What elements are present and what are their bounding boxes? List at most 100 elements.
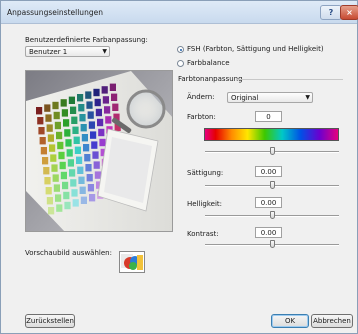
brightness-input[interactable]: 0.00 xyxy=(255,197,282,208)
contrast-input[interactable]: 0.00 xyxy=(255,227,282,238)
color-patch xyxy=(101,86,108,94)
color-patch xyxy=(86,174,93,182)
color-patch xyxy=(60,171,67,180)
color-patch xyxy=(83,144,90,152)
user-select-value: Benutzer 1 xyxy=(29,48,68,56)
color-patch xyxy=(55,194,62,202)
color-patch xyxy=(112,103,119,111)
saturation-slider-thumb[interactable] xyxy=(269,181,275,189)
contrast-slider-thumb[interactable] xyxy=(269,240,275,248)
color-patch xyxy=(97,118,104,127)
color-patch xyxy=(77,94,84,102)
color-patch xyxy=(94,171,101,179)
color-patch xyxy=(61,109,68,117)
ok-button[interactable]: OK xyxy=(271,314,309,328)
preview-select-label: Vorschaubild auswählen: xyxy=(25,249,112,257)
color-patch xyxy=(94,98,101,107)
color-patch xyxy=(64,129,71,137)
color-patch xyxy=(86,101,93,109)
color-patch xyxy=(78,104,85,112)
color-patch xyxy=(65,139,72,147)
reset-button[interactable]: Zurückstellen xyxy=(25,314,75,328)
color-patch xyxy=(79,114,86,122)
radio-hsl[interactable] xyxy=(177,46,184,53)
cancel-button[interactable]: Abbrechen xyxy=(311,314,353,328)
color-patch xyxy=(39,137,46,145)
color-patch xyxy=(105,116,112,124)
color-patch xyxy=(85,91,92,99)
color-patch xyxy=(74,146,81,154)
color-patch xyxy=(47,134,54,142)
color-patch xyxy=(80,124,87,132)
help-button[interactable]: ? xyxy=(320,5,342,20)
color-patch xyxy=(57,141,64,150)
hue-label: Farbton: xyxy=(187,113,216,121)
color-patch xyxy=(49,144,56,152)
color-patch xyxy=(90,131,97,139)
color-patch xyxy=(62,181,69,190)
color-patch xyxy=(104,106,111,114)
color-patch xyxy=(71,116,78,124)
change-select[interactable]: Original ▼ xyxy=(227,92,313,103)
color-patch xyxy=(99,138,106,147)
color-patch xyxy=(95,108,102,117)
user-select[interactable]: Benutzer 1 ▼ xyxy=(25,46,110,57)
preview-thumbnail[interactable] xyxy=(119,251,145,273)
radio-hsl-label: FSH (Farbton, Sättigung und Helligkeit) xyxy=(187,45,324,53)
color-patch xyxy=(87,111,94,119)
color-patch xyxy=(56,131,63,140)
color-patch xyxy=(91,141,98,149)
hue-input[interactable]: 0 xyxy=(255,111,282,122)
color-patch xyxy=(51,164,58,172)
color-patch xyxy=(64,201,71,210)
color-patch xyxy=(72,199,79,207)
contrast-label: Kontrast: xyxy=(187,230,219,238)
color-patch xyxy=(66,149,73,157)
color-patch xyxy=(40,147,47,155)
color-patch xyxy=(37,117,44,125)
color-patch xyxy=(111,93,118,101)
color-patch xyxy=(109,83,116,91)
color-patch xyxy=(89,194,96,202)
color-patch xyxy=(52,174,59,182)
color-chart-photo xyxy=(26,71,172,231)
hue-slider-thumb[interactable] xyxy=(269,147,275,155)
color-patch xyxy=(45,114,52,122)
color-patch xyxy=(68,96,75,104)
color-patch xyxy=(71,189,78,197)
color-patch xyxy=(79,186,86,194)
chevron-down-icon: ▼ xyxy=(102,48,107,55)
color-patch xyxy=(84,154,91,162)
color-patch xyxy=(50,154,57,162)
title-bar[interactable]: Anpassungseinstellungen ? × xyxy=(1,1,358,24)
brightness-slider-thumb[interactable] xyxy=(269,211,275,219)
radio-color-balance[interactable] xyxy=(177,60,184,67)
saturation-input[interactable]: 0.00 xyxy=(255,166,282,177)
color-patch xyxy=(58,151,65,160)
color-patch xyxy=(48,207,55,215)
color-patch xyxy=(53,184,60,192)
color-patch xyxy=(77,166,84,174)
chevron-down-icon: ▼ xyxy=(305,94,310,101)
color-patch xyxy=(56,204,63,212)
color-patch xyxy=(72,126,79,134)
color-patch xyxy=(76,156,83,164)
color-patch xyxy=(73,136,80,144)
color-patch xyxy=(85,164,92,172)
color-patch xyxy=(53,111,60,120)
color-patch xyxy=(46,197,53,205)
close-button[interactable]: × xyxy=(340,5,358,20)
color-patch xyxy=(93,88,100,97)
color-patch xyxy=(42,157,49,165)
group-divider xyxy=(237,79,343,80)
color-patch xyxy=(70,179,77,187)
brightness-label: Helligkeit: xyxy=(187,200,223,208)
window-title: Anpassungseinstellungen xyxy=(7,8,103,17)
color-patch xyxy=(78,176,85,184)
radio-color-balance-label: Farbbalance xyxy=(187,59,230,67)
color-patch xyxy=(102,96,109,104)
color-patch xyxy=(81,134,88,142)
change-select-value: Original xyxy=(231,94,259,102)
color-patch xyxy=(45,187,52,195)
group-title: Farbtonanpassung xyxy=(178,75,243,83)
